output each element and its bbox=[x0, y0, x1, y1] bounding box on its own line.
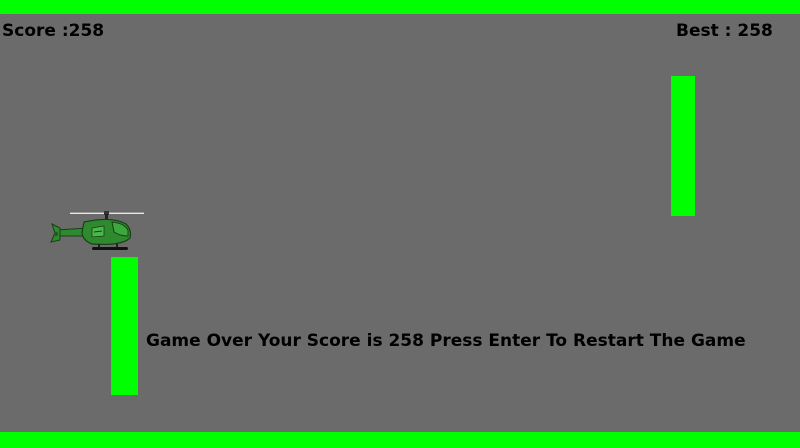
game-over-message: Game Over Your Score is 258 Press Enter … bbox=[146, 331, 746, 351]
score-label: Score :258 bbox=[2, 21, 105, 41]
obstacle-pillar-lower bbox=[111, 257, 138, 395]
top-boundary-bar bbox=[0, 0, 800, 14]
best-score-label: Best : 258 bbox=[676, 21, 773, 41]
game-canvas[interactable]: Score :258 Best : 258 Game Over Your Sco… bbox=[0, 0, 800, 448]
obstacle-pillar-upper bbox=[671, 76, 695, 216]
bottom-boundary-bar bbox=[0, 432, 800, 448]
helicopter-icon bbox=[50, 211, 144, 250]
